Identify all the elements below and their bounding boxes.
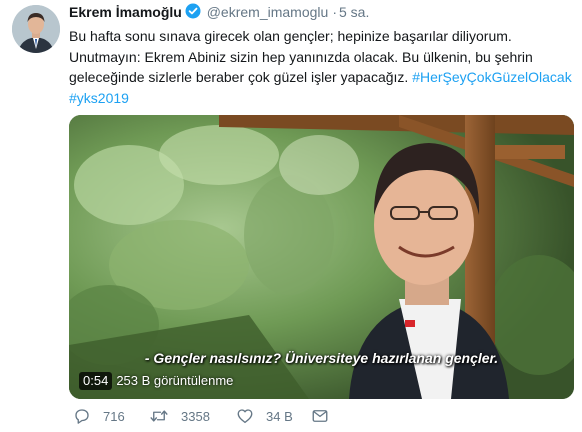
tweet-text: Bu hafta sonu sınava girecek olan gençle… [69, 26, 574, 108]
retweet-button[interactable]: 3358 [149, 407, 210, 425]
retweet-icon [150, 410, 168, 422]
like-button[interactable]: 34 B [236, 407, 293, 425]
hashtag-link-yks2019[interactable]: #yks2019 [69, 90, 129, 106]
tweet-timestamp[interactable]: 5 sa. [339, 4, 369, 20]
like-count: 34 B [266, 408, 293, 424]
reply-count: 716 [103, 408, 125, 424]
separator-dot: · [332, 4, 337, 20]
verified-badge-icon [185, 3, 201, 23]
retweet-count: 3358 [181, 408, 210, 424]
direct-message-button[interactable] [311, 407, 341, 425]
heart-icon [237, 409, 253, 424]
hashtag-link-herseycokguzelolacak[interactable]: #HerŞeyÇokGüzelOlacak [412, 69, 572, 85]
tweet-line-2: Unutmayın: Ekrem Abiniz sizin hep yanını… [69, 48, 533, 65]
video-subtitle: - Gençler nasılsınız? Üniversiteye hazır… [144, 350, 499, 366]
author-name[interactable]: Ekrem İmamoğlu [69, 4, 182, 20]
reply-icon [75, 409, 89, 424]
tweet-line-1: Bu hafta sonu sınava girecek olan gençle… [69, 28, 512, 44]
tweet-card[interactable]: Ekrem İmamoğlu @ekrem_imamoglu · 5 sa. Bu … [0, 0, 582, 432]
video-duration: 0:54 [79, 372, 113, 390]
avatar[interactable] [12, 5, 60, 53]
video-meta: 0:54 253 B görüntülenme [79, 372, 233, 390]
tweet-actions: 716 3358 34 B [69, 407, 574, 427]
author-handle[interactable]: @ekrem_imamoglu [207, 4, 329, 20]
message-icon [312, 410, 328, 422]
tweet-line-3: geleceğinde sizlerle beraber çok güzel i… [69, 69, 409, 85]
video-view-count: 253 B görüntülenme [116, 373, 234, 388]
video-player[interactable]: - Gençler nasılsınız? Üniversiteye hazır… [69, 115, 574, 399]
reply-button[interactable]: 716 [73, 407, 125, 425]
